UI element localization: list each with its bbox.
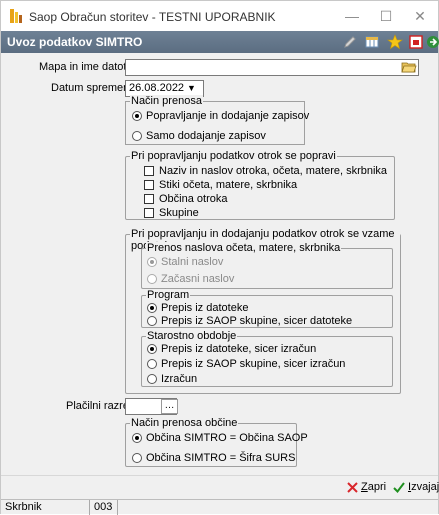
radio-icon[interactable] <box>132 131 142 141</box>
radio-icon[interactable] <box>132 453 142 463</box>
close-button[interactable]: ✕ <box>405 5 435 27</box>
confirm-button[interactable]: Izvajaj <box>393 481 439 493</box>
columns-icon[interactable] <box>364 34 380 50</box>
fix-group-legend: Pri popravljanju podatkov otrok se popra… <box>130 150 337 162</box>
take-group: Pri popravljanju in dodajanju podatkov o… <box>125 228 401 394</box>
fix-group: Pri popravljanju podatkov otrok se popra… <box>125 150 395 220</box>
address-group: Prenos naslova očeta, matere, skrbnika S… <box>141 242 393 289</box>
folder-open-icon[interactable] <box>401 60 417 74</box>
form-area: Mapa in ime datoteke Datum spremembe 26.… <box>1 53 438 475</box>
checkbox-icon[interactable] <box>144 208 154 218</box>
radio-icon[interactable] <box>147 374 157 384</box>
status-divider <box>117 500 118 515</box>
municipality-option-1[interactable]: Občina SIMTRO = Šifra SURS <box>132 452 295 464</box>
app-logo-icon <box>10 9 22 23</box>
age-option-0[interactable]: Prepis iz datoteke, sicer izračun <box>147 343 316 355</box>
checkmark-icon <box>393 481 405 493</box>
age-option-1[interactable]: Prepis iz SAOP skupine, sicer izračun <box>147 358 345 370</box>
address-option-1[interactable]: Začasni naslov <box>147 273 234 285</box>
form-header: Uvoz podatkov SIMTRO <box>1 31 439 53</box>
municipality-option-0[interactable]: Občina SIMTRO = Občina SAOP <box>132 432 308 444</box>
radio-selected-icon[interactable] <box>147 257 157 267</box>
radio-selected-icon[interactable] <box>132 433 142 443</box>
checkbox-icon[interactable] <box>144 166 154 176</box>
program-option-0[interactable]: Prepis iz datoteke <box>147 302 248 314</box>
fix-check-0[interactable]: Naziv in naslov otroka, očeta, matere, s… <box>144 165 387 177</box>
municipality-legend: Način prenosa občine <box>130 417 239 429</box>
maximize-button[interactable]: ☐ <box>371 5 401 27</box>
form-title: Uvoz podatkov SIMTRO <box>7 35 143 49</box>
age-group-legend: Starostno obdobje <box>146 330 238 342</box>
radio-selected-icon[interactable] <box>147 344 157 354</box>
address-option-0[interactable]: Stalni naslov <box>147 256 223 268</box>
transfer-mode-option-1[interactable]: Samo dodajanje zapisov <box>132 130 266 142</box>
age-group: Starostno obdobje Prepis iz datoteke, si… <box>141 330 393 387</box>
program-option-1[interactable]: Prepis iz SAOP skupine, sicer datoteke <box>147 315 352 327</box>
more-options-icon[interactable]: … <box>161 399 178 414</box>
municipality-group: Način prenosa občine Občina SIMTRO = Obč… <box>125 417 308 467</box>
status-bar: Skrbnik 003 <box>1 499 438 515</box>
button-bar: Zapri Izvajaj <box>1 475 439 499</box>
status-code: 003 <box>94 501 113 513</box>
file-path-input[interactable] <box>125 59 419 76</box>
radio-selected-icon[interactable] <box>147 303 157 313</box>
fix-check-3[interactable]: Skupine <box>144 207 199 219</box>
radio-icon[interactable] <box>147 316 157 326</box>
status-divider <box>89 500 90 515</box>
chevron-down-icon[interactable]: ▼ <box>187 83 196 93</box>
fix-check-2[interactable]: Občina otroka <box>144 193 227 205</box>
fix-check-1[interactable]: Stiki očeta, matere, skrbnika <box>144 179 297 191</box>
transfer-mode-option-0[interactable]: Popravljanje in dodajanje zapisov <box>132 110 309 122</box>
cancel-x-icon <box>347 481 358 493</box>
cancel-button[interactable]: Zapri <box>347 481 386 493</box>
pdf-icon[interactable] <box>408 34 424 50</box>
checkbox-icon[interactable] <box>144 194 154 204</box>
exit-icon[interactable] <box>425 34 439 50</box>
age-option-2[interactable]: Izračun <box>147 373 197 385</box>
transfer-mode-group: Način prenosa Popravljanje in dodajanje … <box>125 95 309 145</box>
radio-selected-icon[interactable] <box>132 111 142 121</box>
date-value: 26.08.2022 <box>129 82 185 94</box>
window-title: Saop Obračun storitev - TESTNI UPORABNIK <box>29 10 276 24</box>
minimize-button[interactable]: — <box>337 5 367 27</box>
radio-icon[interactable] <box>147 359 157 369</box>
main-window: Saop Obračun storitev - TESTNI UPORABNIK… <box>0 0 439 515</box>
checkbox-icon[interactable] <box>144 180 154 190</box>
title-bar: Saop Obračun storitev - TESTNI UPORABNIK… <box>1 1 438 31</box>
status-role: Skrbnik <box>5 501 42 513</box>
address-group-legend: Prenos naslova očeta, matere, skrbnika <box>146 242 342 254</box>
favorite-star-icon[interactable] <box>387 34 403 50</box>
program-group: Program Prepis iz datoteke Prepis iz SAO… <box>141 289 393 328</box>
transfer-mode-legend: Način prenosa <box>130 95 203 107</box>
program-group-legend: Program <box>146 289 191 301</box>
radio-icon[interactable] <box>147 274 157 284</box>
edit-icon[interactable] <box>342 34 358 50</box>
